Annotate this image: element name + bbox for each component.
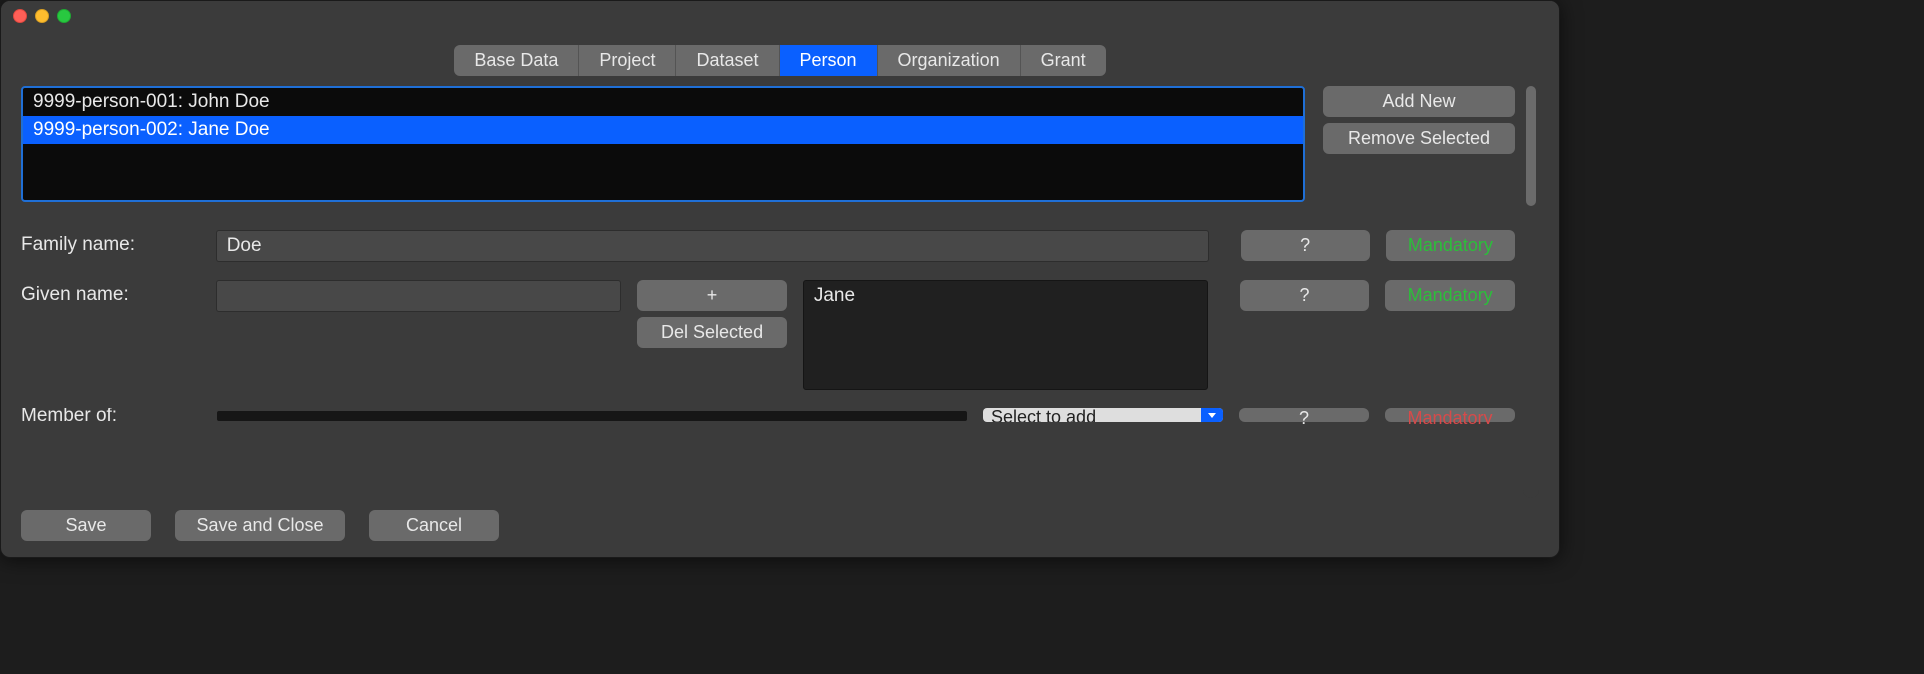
- person-list[interactable]: 9999-person-001: John Doe 9999-person-00…: [21, 86, 1305, 202]
- member-of-list[interactable]: [217, 411, 967, 421]
- close-icon[interactable]: [13, 9, 27, 23]
- save-and-close-button[interactable]: Save and Close: [175, 510, 345, 541]
- tab-person[interactable]: Person: [780, 45, 878, 76]
- member-of-select[interactable]: Select to add: [983, 408, 1223, 422]
- minimize-icon[interactable]: [35, 9, 49, 23]
- list-item[interactable]: 9999-person-002: Jane Doe: [23, 116, 1303, 144]
- save-button[interactable]: Save: [21, 510, 151, 541]
- remove-selected-button[interactable]: Remove Selected: [1323, 123, 1515, 154]
- tab-organization[interactable]: Organization: [878, 45, 1021, 76]
- tab-project[interactable]: Project: [579, 45, 676, 76]
- family-name-input[interactable]: [216, 230, 1209, 262]
- footer: Save Save and Close Cancel: [1, 498, 1559, 557]
- tab-grant[interactable]: Grant: [1021, 45, 1106, 76]
- given-name-help-button[interactable]: ?: [1240, 280, 1370, 311]
- given-name-label: Given name:: [21, 280, 200, 306]
- zoom-icon[interactable]: [57, 9, 71, 23]
- member-of-select-value: Select to add: [991, 408, 1096, 422]
- given-name-input[interactable]: [216, 280, 621, 312]
- given-name-status-badge: Mandatory: [1385, 280, 1515, 311]
- content-pane: 9999-person-001: John Doe 9999-person-00…: [21, 86, 1515, 498]
- add-new-button[interactable]: Add New: [1323, 86, 1515, 117]
- titlebar: [1, 1, 1559, 31]
- given-name-list[interactable]: Jane: [803, 280, 1208, 390]
- scrollbar-thumb[interactable]: [1526, 86, 1536, 206]
- list-item[interactable]: 9999-person-001: John Doe: [23, 88, 1303, 116]
- person-form: Family name: ? Mandatory Given name: + D…: [21, 230, 1515, 424]
- tabs: Base Data Project Dataset Person Organiz…: [454, 45, 1105, 76]
- member-of-status-badge: Mandatory: [1385, 408, 1515, 422]
- member-of-label: Member of:: [21, 408, 201, 424]
- tab-bar: Base Data Project Dataset Person Organiz…: [1, 31, 1559, 86]
- family-name-status-badge: Mandatory: [1386, 230, 1515, 261]
- cancel-button[interactable]: Cancel: [369, 510, 499, 541]
- vertical-scrollbar[interactable]: [1523, 86, 1539, 498]
- dialog-window: Base Data Project Dataset Person Organiz…: [0, 0, 1560, 558]
- tab-dataset[interactable]: Dataset: [676, 45, 779, 76]
- given-name-del-button[interactable]: Del Selected: [637, 317, 787, 348]
- chevron-down-icon: [1201, 408, 1223, 422]
- tab-base-data[interactable]: Base Data: [454, 45, 579, 76]
- window-controls: [13, 9, 71, 23]
- member-of-help-button[interactable]: ?: [1239, 408, 1369, 422]
- given-name-add-button[interactable]: +: [637, 280, 787, 311]
- family-name-help-button[interactable]: ?: [1241, 230, 1370, 261]
- family-name-label: Family name:: [21, 230, 200, 256]
